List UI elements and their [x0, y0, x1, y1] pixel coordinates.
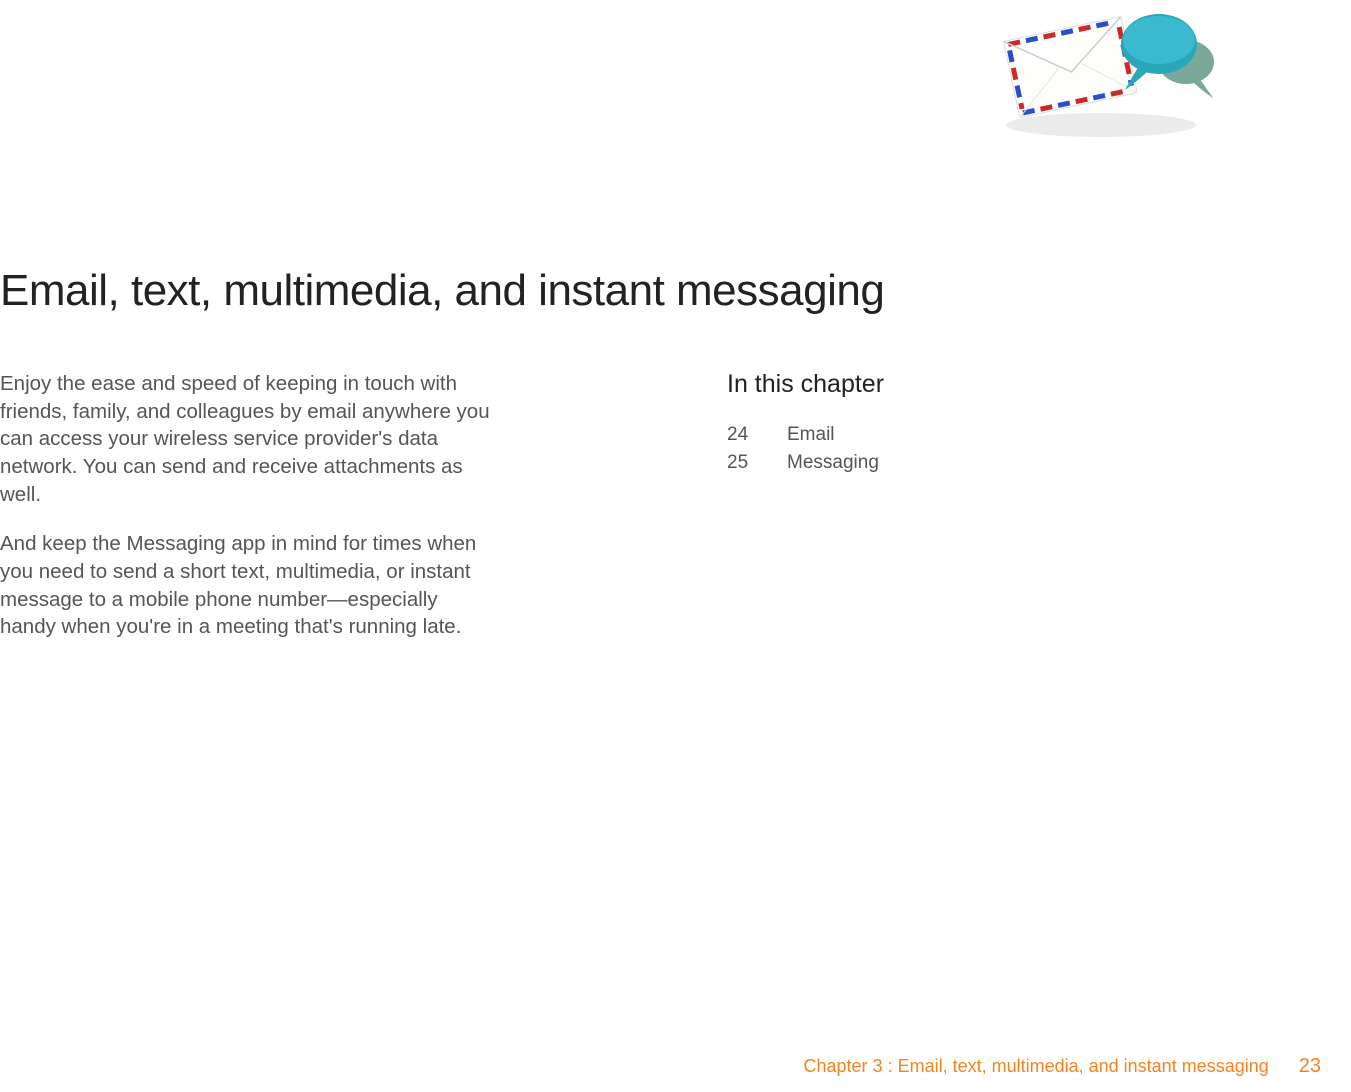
- intro-paragraph-1: Enjoy the ease and speed of keeping in t…: [0, 370, 490, 508]
- page-title: Email, text, multimedia, and instant mes…: [0, 266, 884, 316]
- toc-item: 24 Email: [727, 421, 884, 449]
- page-footer: Chapter 3 : Email, text, multimedia, and…: [804, 1055, 1321, 1078]
- content-row: Enjoy the ease and speed of keeping in t…: [0, 370, 1351, 663]
- toc-heading: In this chapter: [727, 370, 884, 399]
- toc-page-number: 25: [727, 449, 787, 477]
- intro-paragraph-2: And keep the Messaging app in mind for t…: [0, 530, 490, 641]
- intro-column: Enjoy the ease and speed of keeping in t…: [0, 370, 520, 663]
- toc-page-number: 24: [727, 421, 787, 449]
- toc-item: 25 Messaging: [727, 449, 884, 477]
- toc-column: In this chapter 24 Email 25 Messaging: [727, 370, 884, 476]
- footer-page-number: 23: [1299, 1055, 1321, 1078]
- toc-label: Messaging: [787, 449, 879, 477]
- footer-chapter-label: Chapter 3 : Email, text, multimedia, and…: [804, 1056, 1269, 1077]
- toc-label: Email: [787, 421, 835, 449]
- header-illustration: [991, 0, 1221, 140]
